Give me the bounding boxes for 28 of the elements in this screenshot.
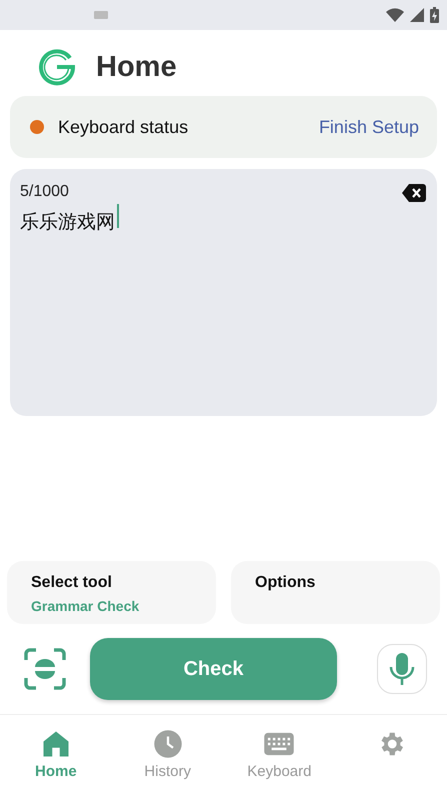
- backspace-icon: [401, 183, 427, 203]
- nav-tab[interactable]: Keyboard: [224, 715, 336, 794]
- card-subtitle: Grammar Check: [31, 598, 140, 614]
- status-label: Keyboard status: [58, 116, 190, 138]
- page-title: Home: [96, 50, 177, 84]
- check-button[interactable]: Check: [90, 638, 337, 700]
- nav-tab[interactable]: History: [112, 715, 224, 794]
- microphone-icon: [389, 651, 415, 687]
- card-title: Select tool: [31, 574, 113, 592]
- finish-setup-link[interactable]: Finish Setup: [318, 116, 419, 138]
- scan-button[interactable]: [24, 648, 66, 690]
- text-input-field[interactable]: 5/1000 乐乐游戏网: [10, 169, 437, 416]
- input-text: 乐乐游戏网: [20, 211, 115, 235]
- character-counter: 5/1000: [20, 183, 69, 201]
- clock-icon: [152, 729, 183, 759]
- microphone-button[interactable]: [377, 644, 427, 694]
- signal-icon: [410, 8, 424, 22]
- card-title: Options: [255, 574, 316, 592]
- wifi-icon: [386, 8, 404, 22]
- tool-card[interactable]: Options: [231, 561, 440, 624]
- text-cursor: [117, 204, 119, 228]
- scan-icon: [24, 648, 66, 690]
- clear-button[interactable]: [401, 183, 427, 203]
- logo-icon: [38, 48, 76, 86]
- tool-card[interactable]: Select tool Grammar Check: [7, 561, 216, 624]
- home-icon: [40, 729, 71, 759]
- nav-tab[interactable]: Home: [0, 715, 112, 794]
- battery-icon: [430, 7, 439, 23]
